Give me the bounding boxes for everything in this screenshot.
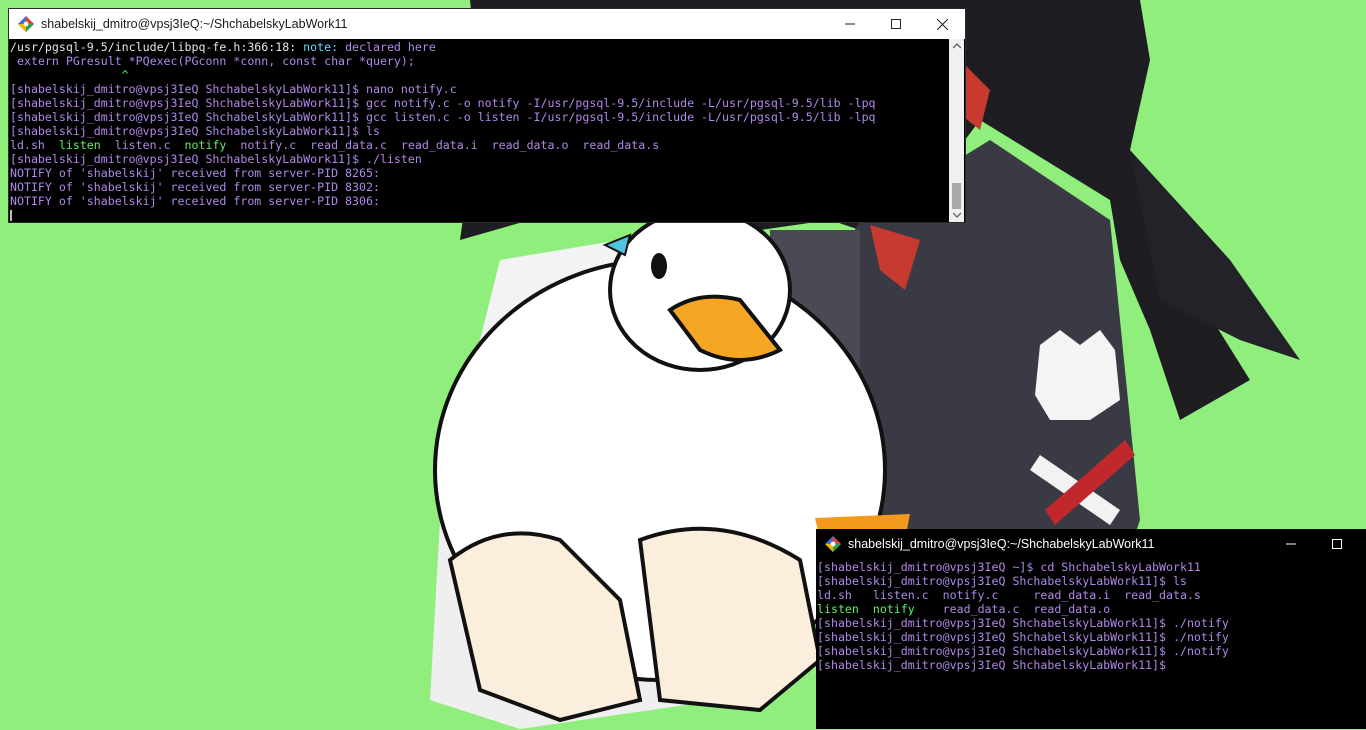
- terminal-line: [shabelskij_dmitro@vpsj3IeQ ~]$ cd Shcha…: [817, 560, 1366, 574]
- terminal-line: ld.sh listen listen.c notify notify.c re…: [10, 138, 965, 152]
- window-title: shabelskij_dmitro@vpsj3IeQ:~/Shchabelsky…: [41, 17, 348, 31]
- terminal-line: NOTIFY of 'shabelskij' received from ser…: [10, 180, 965, 194]
- terminal-line: [shabelskij_dmitro@vpsj3IeQ ShchabelskyL…: [817, 616, 1366, 630]
- close-icon: [936, 18, 948, 30]
- terminal-window-secondary[interactable]: shabelskij_dmitro@vpsj3IeQ:~/Shchabelsky…: [816, 529, 1366, 729]
- maximize-icon: [891, 19, 901, 29]
- terminal-text: ld.sh listen.c notify.c read_data.i read…: [817, 588, 1201, 602]
- terminal-line: [shabelskij_dmitro@vpsj3IeQ ShchabelskyL…: [10, 96, 965, 110]
- minimize-icon: [1286, 543, 1296, 545]
- terminal-text: declared here: [345, 40, 436, 54]
- terminal-output[interactable]: /usr/pgsql-9.5/include/libpq-fe.h:366:18…: [9, 39, 965, 223]
- terminal-line: [shabelskij_dmitro@vpsj3IeQ ShchabelskyL…: [10, 152, 965, 166]
- title-bar[interactable]: shabelskij_dmitro@vpsj3IeQ:~/Shchabelsky…: [816, 529, 1366, 559]
- terminal-text: note:: [303, 40, 346, 54]
- minimize-button[interactable]: [827, 9, 873, 39]
- title-bar[interactable]: shabelskij_dmitro@vpsj3IeQ:~/Shchabelsky…: [9, 9, 965, 39]
- terminal-line: [shabelskij_dmitro@vpsj3IeQ ShchabelskyL…: [817, 574, 1366, 588]
- terminal-text: [shabelskij_dmitro@vpsj3IeQ ShchabelskyL…: [10, 96, 876, 110]
- minimize-button[interactable]: [1268, 529, 1314, 559]
- window-title: shabelskij_dmitro@vpsj3IeQ:~/Shchabelsky…: [848, 537, 1155, 551]
- cat-patch: [1035, 330, 1120, 420]
- terminal-text: [shabelskij_dmitro@vpsj3IeQ ShchabelskyL…: [817, 658, 1173, 672]
- terminal-text: listen: [817, 602, 859, 616]
- terminal-window-main[interactable]: shabelskij_dmitro@vpsj3IeQ:~/Shchabelsky…: [8, 8, 966, 223]
- terminal-text: NOTIFY of 'shabelskij' received from ser…: [10, 166, 380, 180]
- terminal-line: /usr/pgsql-9.5/include/libpq-fe.h:366:18…: [10, 40, 965, 54]
- terminal-line: [shabelskij_dmitro@vpsj3IeQ ShchabelskyL…: [10, 124, 965, 138]
- terminal-text: ^: [10, 68, 129, 82]
- terminal-line: NOTIFY of 'shabelskij' received from ser…: [10, 194, 965, 208]
- terminal-text: /usr/pgsql-9.5/include/libpq-fe.h:366:18…: [10, 40, 304, 54]
- terminal-text: listen.c: [100, 138, 185, 152]
- duck-eye: [651, 253, 667, 279]
- maximize-button[interactable]: [1314, 529, 1360, 559]
- git-bash-icon: [18, 16, 34, 32]
- terminal-output[interactable]: [shabelskij_dmitro@vpsj3IeQ ~]$ cd Shcha…: [816, 559, 1366, 730]
- terminal-line: ld.sh listen.c notify.c read_data.i read…: [817, 588, 1366, 602]
- terminal-text: [shabelskij_dmitro@vpsj3IeQ ShchabelskyL…: [817, 574, 1187, 588]
- terminal-text: notify: [184, 138, 227, 152]
- terminal-text: [shabelskij_dmitro@vpsj3IeQ ShchabelskyL…: [817, 616, 1229, 630]
- close-button[interactable]: [919, 9, 965, 39]
- terminal-line: [10, 208, 965, 222]
- terminal-line: [shabelskij_dmitro@vpsj3IeQ ShchabelskyL…: [10, 82, 965, 96]
- terminal-line: listen notify read_data.c read_data.o: [817, 602, 1366, 616]
- terminal-text: [shabelskij_dmitro@vpsj3IeQ ShchabelskyL…: [10, 82, 457, 96]
- terminal-line: [shabelskij_dmitro@vpsj3IeQ ShchabelskyL…: [817, 630, 1366, 644]
- terminal-text: ld.sh: [10, 138, 59, 152]
- terminal-line: ^: [10, 68, 965, 82]
- terminal-line: [shabelskij_dmitro@vpsj3IeQ ShchabelskyL…: [817, 658, 1366, 672]
- terminal-text: notify: [872, 602, 915, 616]
- chevron-down-icon: [952, 212, 961, 218]
- terminal-text: [shabelskij_dmitro@vpsj3IeQ ShchabelskyL…: [817, 630, 1229, 644]
- git-bash-icon: [825, 536, 841, 552]
- text-cursor: [10, 210, 12, 221]
- scroll-up-button[interactable]: [949, 39, 964, 53]
- terminal-text: read_data.c read_data.o: [914, 602, 1111, 616]
- terminal-text: [shabelskij_dmitro@vpsj3IeQ ShchabelskyL…: [817, 644, 1229, 658]
- terminal-text: [shabelskij_dmitro@vpsj3IeQ ShchabelskyL…: [10, 110, 876, 124]
- terminal-text: [shabelskij_dmitro@vpsj3IeQ ~]$ cd Shcha…: [817, 560, 1201, 574]
- terminal-text: notify.c read_data.c read_data.i read_da…: [226, 138, 660, 152]
- terminal-text: [shabelskij_dmitro@vpsj3IeQ ShchabelskyL…: [10, 152, 422, 166]
- terminal-line: [shabelskij_dmitro@vpsj3IeQ ShchabelskyL…: [10, 110, 965, 124]
- terminal-text: NOTIFY of 'shabelskij' received from ser…: [10, 194, 380, 208]
- terminal-text: NOTIFY of 'shabelskij' received from ser…: [10, 180, 380, 194]
- vertical-scrollbar[interactable]: [949, 39, 964, 222]
- minimize-icon: [845, 23, 855, 25]
- scroll-down-button[interactable]: [949, 208, 964, 222]
- hand-right: [637, 526, 823, 713]
- terminal-line: NOTIFY of 'shabelskij' received from ser…: [10, 166, 965, 180]
- terminal-text: [shabelskij_dmitro@vpsj3IeQ ShchabelskyL…: [10, 124, 380, 138]
- terminal-text: extern PGresult *PQexec(PGconn *conn, co…: [10, 54, 415, 68]
- terminal-line: [shabelskij_dmitro@vpsj3IeQ ShchabelskyL…: [817, 644, 1366, 658]
- scrollbar-thumb[interactable]: [952, 183, 961, 209]
- terminal-line: extern PGresult *PQexec(PGconn *conn, co…: [10, 54, 965, 68]
- chevron-up-icon: [952, 43, 961, 49]
- terminal-text: listen: [58, 138, 101, 152]
- maximize-icon: [1332, 539, 1342, 549]
- maximize-button[interactable]: [873, 9, 919, 39]
